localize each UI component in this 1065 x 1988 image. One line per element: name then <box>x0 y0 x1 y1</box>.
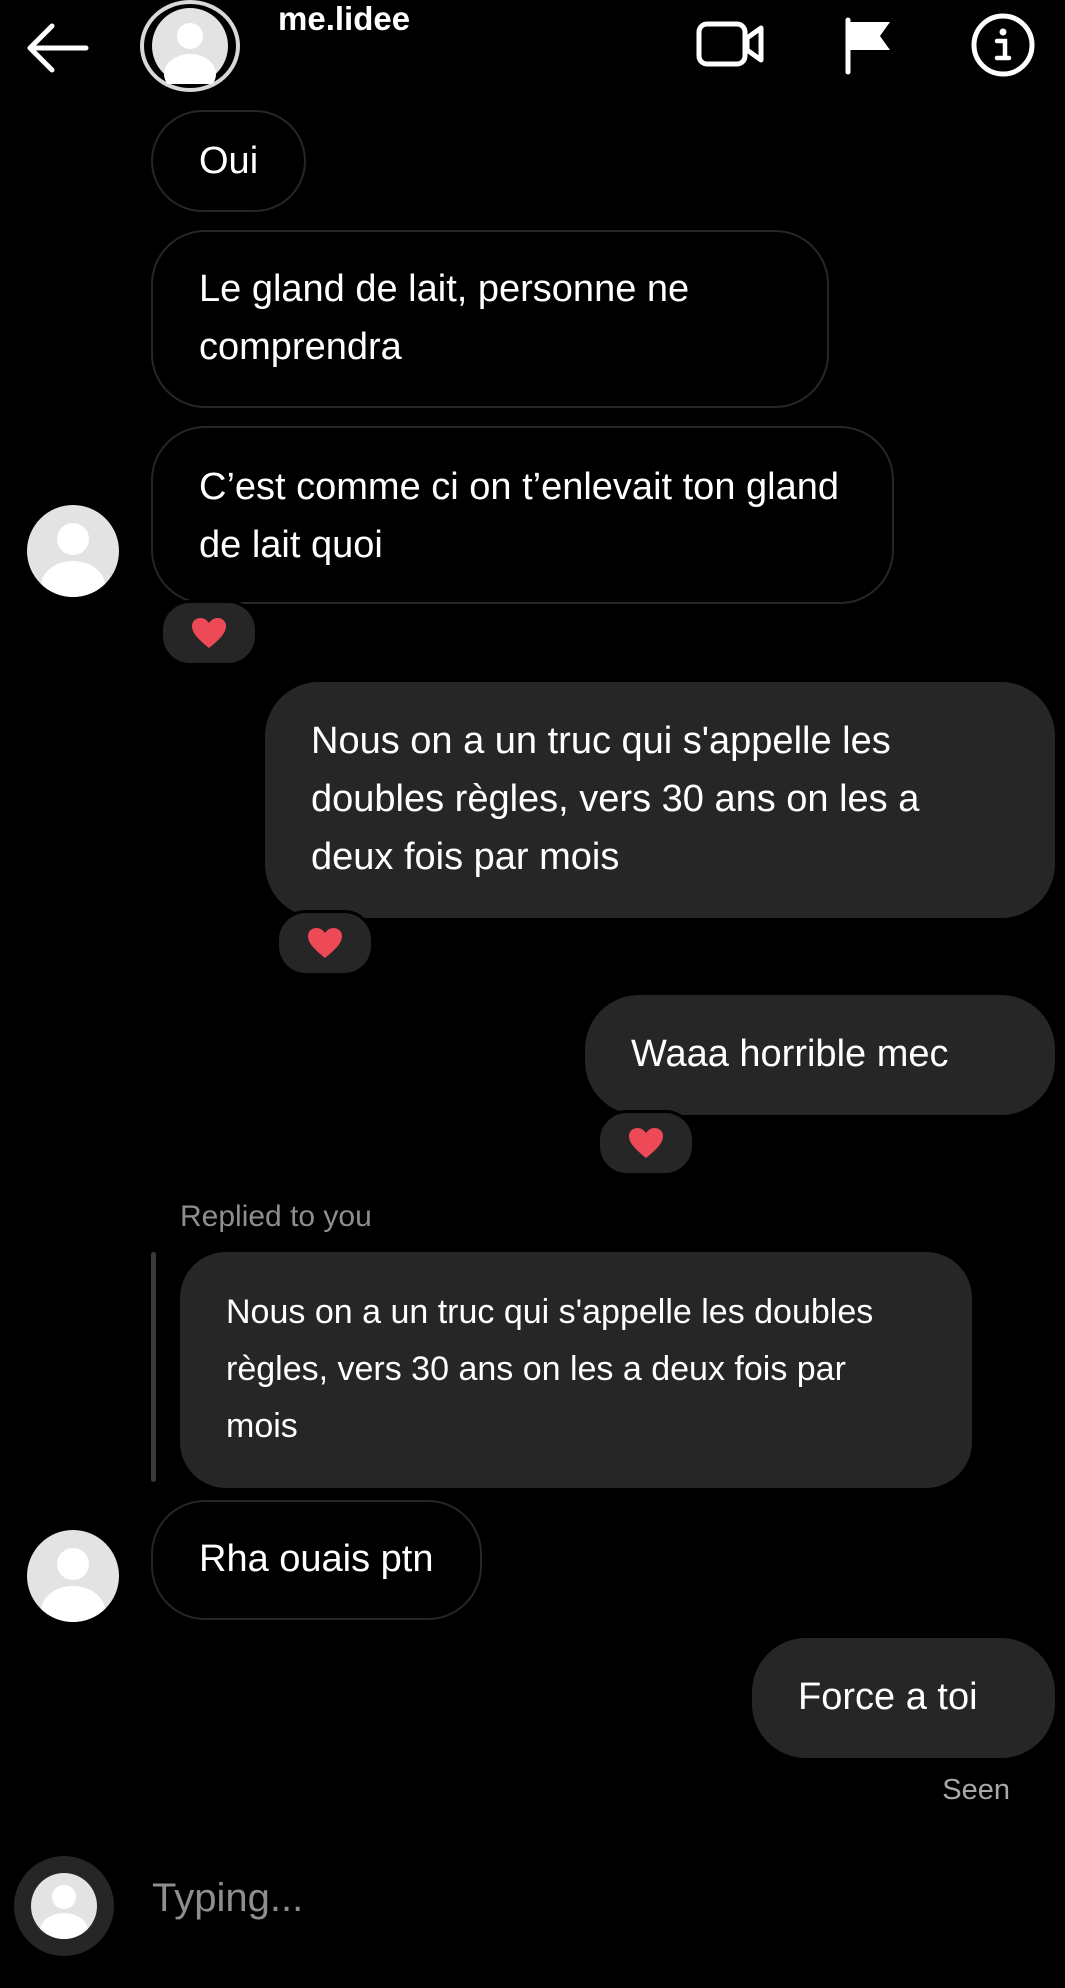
reply-indicator-bar <box>151 1252 156 1482</box>
replied-label: Replied to you <box>180 1200 372 1233</box>
flag-icon[interactable] <box>840 14 900 81</box>
header-avatar[interactable] <box>140 0 240 92</box>
sender-avatar[interactable] <box>27 1530 119 1622</box>
info-icon[interactable] <box>970 12 1036 83</box>
sender-avatar[interactable] <box>27 505 119 597</box>
seen-status: Seen <box>942 1774 1010 1806</box>
heart-icon <box>192 618 226 648</box>
header-username[interactable]: me.lidee <box>278 0 410 38</box>
video-call-icon[interactable] <box>695 14 767 79</box>
back-arrow-icon[interactable] <box>22 18 92 78</box>
heart-icon <box>308 928 342 958</box>
quoted-reply-bubble[interactable]: Nous on a un truc qui s'appelle les doub… <box>180 1252 972 1488</box>
heart-reaction[interactable] <box>160 600 258 666</box>
message-bubble-incoming[interactable]: C’est comme ci on t’enlevait ton gland d… <box>151 426 894 604</box>
heart-reaction[interactable] <box>276 910 374 976</box>
message-bubble-outgoing[interactable]: Waaa horrible mec <box>585 995 1055 1115</box>
message-bubble-incoming[interactable]: Rha ouais ptn <box>151 1500 482 1620</box>
message-bubble-incoming[interactable]: Oui <box>151 110 307 212</box>
chat-screen: me.lidee Oui Le gland de lait, personne … <box>0 0 1065 1988</box>
heart-icon <box>629 1128 663 1158</box>
message-bubble-outgoing[interactable]: Force a toi <box>752 1638 1055 1758</box>
message-bubble-incoming[interactable]: Le gland de lait, personne ne comprendra <box>151 230 829 408</box>
typing-avatar <box>14 1856 114 1956</box>
heart-reaction[interactable] <box>597 1110 695 1176</box>
typing-indicator: Typing... <box>152 1876 304 1920</box>
message-bubble-outgoing[interactable]: Nous on a un truc qui s'appelle les doub… <box>265 682 1055 918</box>
